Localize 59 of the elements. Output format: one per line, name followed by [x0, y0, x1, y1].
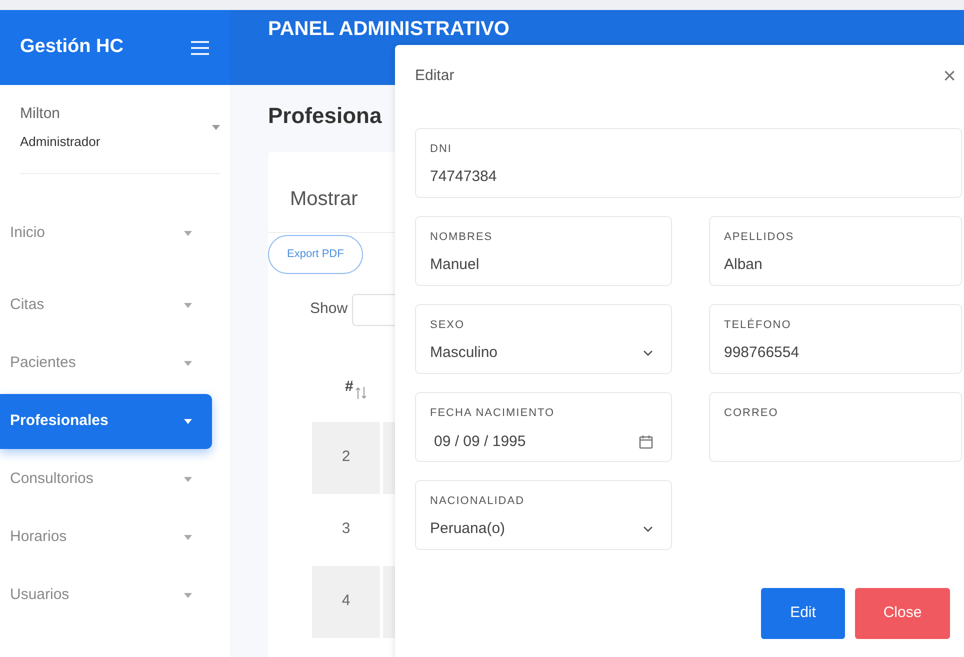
form-field[interactable]: APELLIDOS Alban: [709, 216, 962, 286]
close-button[interactable]: ×: [939, 65, 960, 88]
field-label: NACIONALIDAD: [430, 494, 526, 508]
card-title: Mostrar: [290, 188, 358, 210]
caret-icon: [184, 361, 192, 366]
caret-icon[interactable]: [212, 124, 220, 130]
field-value: Masculino: [430, 343, 498, 363]
field-label: SEXO: [430, 318, 466, 332]
field-value: 09 / 09 / 1995: [434, 432, 526, 452]
caret-icon: [184, 593, 192, 598]
form-field[interactable]: NOMBRES Manuel: [415, 216, 672, 286]
caret-icon: [184, 419, 192, 424]
sidebar-item[interactable]: Consultorios: [0, 452, 212, 507]
form-field[interactable]: SEXO Masculino: [415, 304, 672, 374]
sidebar-item[interactable]: Pacientes: [0, 336, 212, 391]
sidebar-item[interactable]: Horarios: [0, 510, 212, 565]
table-cell: 4: [312, 566, 380, 638]
field-label: NOMBRES: [430, 230, 494, 244]
table-cell: 2: [312, 422, 380, 494]
show-label: Show: [310, 299, 348, 320]
field-value: Alban: [724, 255, 762, 275]
sidebar-item[interactable]: Citas: [0, 278, 212, 333]
export-pdf-button[interactable]: Export PDF: [268, 235, 363, 274]
form-field[interactable]: TELÉFONO 998766554: [709, 304, 962, 374]
field-value: Peruana(o): [430, 519, 506, 539]
user-name: Milton: [20, 104, 62, 124]
sidebar-item[interactable]: Profesionales: [0, 394, 212, 449]
field-label: CORREO: [724, 406, 780, 420]
dialog-title: Editar: [415, 66, 454, 86]
page-title: Profesiona: [268, 102, 383, 130]
field-value: Manuel: [430, 255, 480, 275]
form-field[interactable]: CORREO: [709, 392, 962, 462]
caret-icon: [184, 303, 192, 308]
close-button[interactable]: Close: [855, 588, 950, 638]
chevron-down-icon: [643, 350, 653, 356]
user-role: Administrador: [20, 132, 100, 150]
field-value: 998766554: [724, 343, 800, 363]
sort-icon[interactable]: [355, 386, 368, 400]
caret-icon: [184, 477, 192, 482]
field-label: APELLIDOS: [724, 230, 796, 244]
column-header[interactable]: #: [345, 376, 354, 399]
calendar-icon[interactable]: [639, 435, 653, 450]
sidebar-item[interactable]: Usuarios: [0, 568, 212, 623]
table-cell-text: 3: [340, 519, 352, 540]
form-field[interactable]: NACIONALIDAD Peruana(o): [415, 480, 672, 550]
caret-icon: [184, 231, 192, 236]
form-field[interactable]: FECHA NACIMIENTO 09 / 09 / 1995: [415, 392, 672, 462]
brand-title: Gestión HC: [20, 35, 124, 60]
sidebar-item[interactable]: Inicio: [0, 206, 212, 261]
page-header-title: PANEL ADMINISTRATIVO: [268, 17, 510, 41]
edit-button[interactable]: Edit: [761, 588, 845, 638]
field-label: FECHA NACIMIENTO: [430, 406, 556, 420]
field-label: TELÉFONO: [724, 318, 792, 332]
chevron-down-icon: [643, 526, 653, 532]
form-field[interactable]: DNI 74747384: [415, 128, 962, 198]
field-label: DNI: [430, 142, 453, 156]
caret-icon: [184, 535, 192, 540]
field-value: 74747384: [430, 167, 497, 187]
menu-icon[interactable]: [190, 40, 210, 56]
